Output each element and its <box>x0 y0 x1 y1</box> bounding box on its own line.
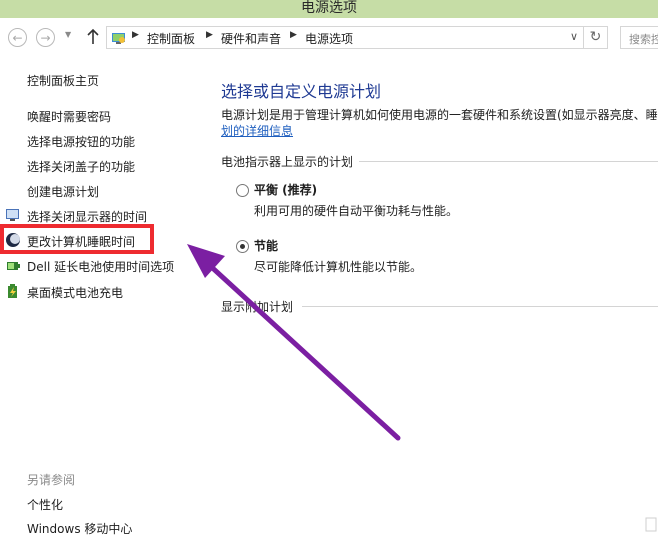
plan-details-link[interactable]: 划的详细信息 <box>221 122 293 139</box>
sidebar-item-wake-password[interactable]: 唤醒时需要密码 <box>27 108 111 125</box>
breadcrumb-hardware-sound[interactable]: 硬件和声音 <box>221 30 281 47</box>
balanced-plan-description: 利用可用的硬件自动平衡功耗与性能。 <box>254 204 459 218</box>
address-dropdown-icon[interactable]: ∨ <box>570 30 578 43</box>
sidebar-item-display-off[interactable]: 选择关闭显示器的时间 <box>27 208 147 225</box>
search-placeholder: 搜索控 <box>629 33 658 46</box>
resize-grip-icon[interactable] <box>644 516 658 533</box>
red-highlight-box <box>0 224 154 254</box>
see-also-personalization-link[interactable]: 个性化 <box>27 496 63 513</box>
page-title: 选择或自定义电源计划 <box>221 82 382 101</box>
control-panel-icon <box>112 33 125 44</box>
see-also-heading: 另请参阅 <box>27 473 76 487</box>
control-panel-home-link[interactable]: 控制面板主页 <box>27 72 99 89</box>
dell-battery-icon <box>7 262 20 270</box>
battery-meter-plans-label: 电池指示器上显示的计划 <box>221 153 360 170</box>
refresh-button[interactable]: ↻ <box>584 26 608 49</box>
power-saver-plan-description: 尽可能降低计算机性能以节能。 <box>254 260 423 274</box>
back-button[interactable]: ← <box>8 28 27 47</box>
see-also-mobility-center-link[interactable]: Windows 移动中心 <box>27 520 132 537</box>
more-plans-divider <box>302 306 658 307</box>
balanced-plan-radio[interactable] <box>236 184 249 197</box>
window-title: 电源选项 <box>301 0 357 16</box>
page-description: 电源计划是用于管理计算机如何使用电源的一套硬件和系统设置(如显示器亮度、睡 <box>221 108 658 122</box>
breadcrumb-separator-icon: ▶ <box>206 30 213 40</box>
recent-locations-chevron-icon[interactable]: ▼ <box>65 30 71 39</box>
show-additional-plans-toggle[interactable]: 显示附加计划 <box>221 298 293 315</box>
sidebar-item-dell-battery[interactable]: Dell 延长电池使用时间选项 <box>27 258 174 275</box>
sidebar-item-power-button[interactable]: 选择电源按钮的功能 <box>27 133 135 150</box>
power-saver-plan-name[interactable]: 节能 <box>254 237 278 254</box>
breadcrumb-separator-icon: ▶ <box>290 30 297 40</box>
forward-button[interactable]: → <box>36 28 55 47</box>
battery-charge-icon <box>8 284 17 298</box>
balanced-plan-name[interactable]: 平衡 (推荐) <box>254 181 317 198</box>
monitor-power-icon <box>6 209 19 221</box>
address-bar[interactable]: ▶ 控制面板 ▶ 硬件和声音 ▶ 电源选项 ∨ <box>106 26 584 49</box>
sidebar-item-lid-close[interactable]: 选择关闭盖子的功能 <box>27 158 135 175</box>
search-input[interactable]: 搜索控 <box>620 26 658 49</box>
power-saver-plan-radio[interactable] <box>236 240 249 253</box>
sidebar-item-desktop-charging[interactable]: 桌面模式电池充电 <box>27 284 123 301</box>
breadcrumb-control-panel[interactable]: 控制面板 <box>147 30 195 47</box>
title-bar: 电源选项 <box>0 0 658 18</box>
navigation-bar: ← → ▼ ▶ 控制面板 ▶ 硬件和声音 ▶ 电源选项 ∨ ↻ 搜索控 <box>0 18 658 58</box>
breadcrumb-power-options[interactable]: 电源选项 <box>305 30 353 47</box>
breadcrumb-separator-icon: ▶ <box>132 30 139 40</box>
sidebar-item-create-plan[interactable]: 创建电源计划 <box>27 183 99 200</box>
up-arrow-icon[interactable] <box>85 27 101 47</box>
